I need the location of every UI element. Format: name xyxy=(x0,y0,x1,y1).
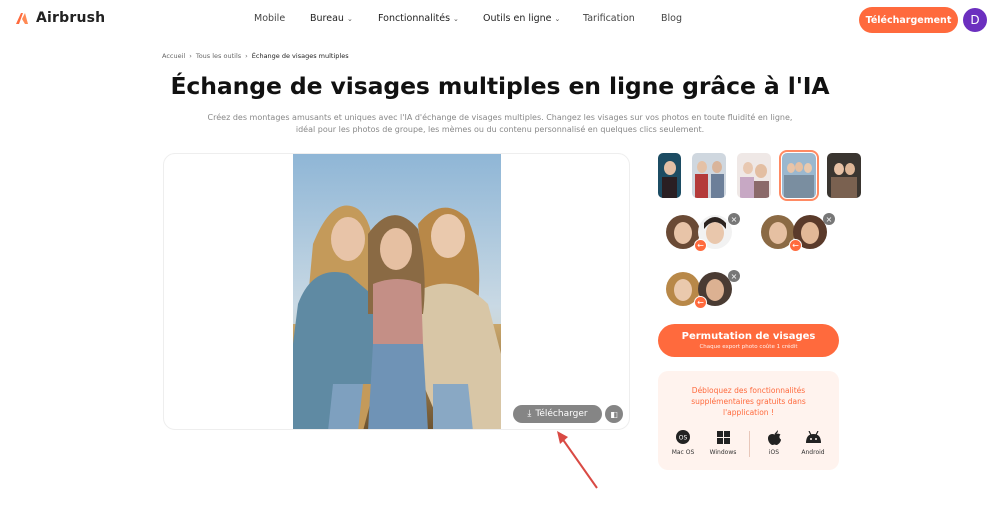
compare-icon: ◧ xyxy=(610,409,618,419)
brand-logo[interactable]: Airbrush xyxy=(14,10,105,26)
page-subtitle: Créez des montages amusants et uniques a… xyxy=(190,112,810,136)
android-icon xyxy=(805,431,821,443)
close-icon[interactable]: × xyxy=(728,270,740,282)
divider xyxy=(749,431,750,457)
promo-text: Débloquez des fonctionnalités supplément… xyxy=(658,385,839,418)
download-app-button[interactable]: Téléchargement xyxy=(859,7,958,33)
preset-thumbnail[interactable] xyxy=(827,153,861,198)
nav-item-bureau[interactable]: Bureau ⌄ xyxy=(310,13,378,24)
nav-item-tarification[interactable]: Tarification xyxy=(583,13,661,24)
close-icon[interactable]: × xyxy=(728,213,740,225)
preset-thumbnail[interactable] xyxy=(658,153,681,198)
brand-name: Airbrush xyxy=(36,10,106,26)
nav-item-label: Mobile xyxy=(254,13,286,24)
result-photo xyxy=(293,154,501,429)
subtitle-line: idéal pour les photos de groupe, les mèm… xyxy=(295,125,705,134)
promo-line: l'application ! xyxy=(723,408,774,417)
swap-arrow-icon: ← xyxy=(694,239,707,252)
swap-arrow-icon: ← xyxy=(789,239,802,252)
windows-icon xyxy=(716,430,730,444)
download-button[interactable]: ⤓ Télécharger xyxy=(513,405,602,423)
subtitle-line: Créez des montages amusants et uniques a… xyxy=(207,113,793,122)
page-title: Échange de visages multiples en ligne gr… xyxy=(170,72,830,100)
nav-item-label: Bureau xyxy=(310,13,344,24)
promo-line: Débloquez des fonctionnalités xyxy=(691,386,806,395)
platform-label: Windows xyxy=(709,449,737,456)
chevron-down-icon: ⌄ xyxy=(453,14,459,23)
editor-canvas: ⤓ Télécharger ◧ xyxy=(163,153,630,430)
download-icon: ⤓ xyxy=(527,409,532,419)
platform-windows[interactable]: Windows xyxy=(703,429,743,456)
face-pair: ← × xyxy=(658,270,740,309)
user-avatar[interactable]: D xyxy=(963,8,987,32)
breadcrumb-home[interactable]: Accueil xyxy=(162,52,185,60)
svg-text:OS: OS xyxy=(679,435,688,442)
face-pair: ← × xyxy=(753,213,835,252)
platform-label: Mac OS xyxy=(671,449,695,456)
nav-item-blog[interactable]: Blog xyxy=(661,13,701,24)
promo-line: supplémentaires gratuits dans xyxy=(691,397,806,406)
platform-ios[interactable]: iOS xyxy=(754,429,794,456)
main-menu: Mobile Bureau ⌄ Fonctionnalités ⌄ Outils e… xyxy=(254,13,701,24)
nav-item-label: Blog xyxy=(661,13,682,24)
platform-macos[interactable]: OS Mac OS xyxy=(663,429,703,456)
face-pair: ← × xyxy=(658,213,740,252)
platform-label: iOS xyxy=(768,449,780,456)
app-promo-box: Débloquez des fonctionnalités supplément… xyxy=(658,371,839,470)
compare-button[interactable]: ◧ xyxy=(605,405,623,423)
nav-item-label: Fonctionnalités xyxy=(378,13,451,24)
face-swap-button[interactable]: Permutation de visages Chaque export pho… xyxy=(658,324,839,357)
nav-item-fonctionnalites[interactable]: Fonctionnalités ⌄ xyxy=(378,13,483,24)
chevron-down-icon: ⌄ xyxy=(346,14,353,23)
breadcrumb: Accueil › Tous les outils › Échange de v… xyxy=(162,52,349,60)
chevron-right-icon: › xyxy=(245,52,248,60)
preset-thumbnail[interactable] xyxy=(692,153,726,198)
nav-item-label: Tarification xyxy=(583,13,635,24)
macos-icon: OS xyxy=(676,430,690,444)
nav-item-mobile[interactable]: Mobile xyxy=(254,13,310,24)
preset-thumbnails xyxy=(658,150,861,201)
nav-item-outils[interactable]: Outils en ligne ⌄ xyxy=(483,13,583,24)
download-label: Télécharger xyxy=(535,409,588,419)
platform-label: Android xyxy=(801,449,825,456)
chevron-right-icon: › xyxy=(189,52,192,60)
breadcrumb-tools[interactable]: Tous les outils xyxy=(196,52,241,60)
platform-android[interactable]: Android xyxy=(793,429,833,456)
annotation-arrow xyxy=(557,431,598,489)
chevron-down-icon: ⌄ xyxy=(554,14,561,23)
preset-thumbnail[interactable] xyxy=(737,153,771,198)
swap-arrow-icon: ← xyxy=(694,296,707,309)
cta-sublabel: Chaque export photo coûte 1 crédit xyxy=(699,344,798,350)
close-icon[interactable]: × xyxy=(823,213,835,225)
top-navigation: Airbrush Mobile Bureau ⌄ Fonctionnalités ⌄… xyxy=(0,0,1000,40)
airbrush-logo-icon xyxy=(16,13,28,24)
breadcrumb-current: Échange de visages multiples xyxy=(251,52,349,60)
preset-thumbnail-selected[interactable] xyxy=(779,150,819,201)
face-pairs: ← × ← × ← × xyxy=(658,213,838,313)
cta-label: Permutation de visages xyxy=(681,331,816,342)
nav-item-label: Outils en ligne xyxy=(483,13,552,24)
apple-icon xyxy=(767,429,781,445)
